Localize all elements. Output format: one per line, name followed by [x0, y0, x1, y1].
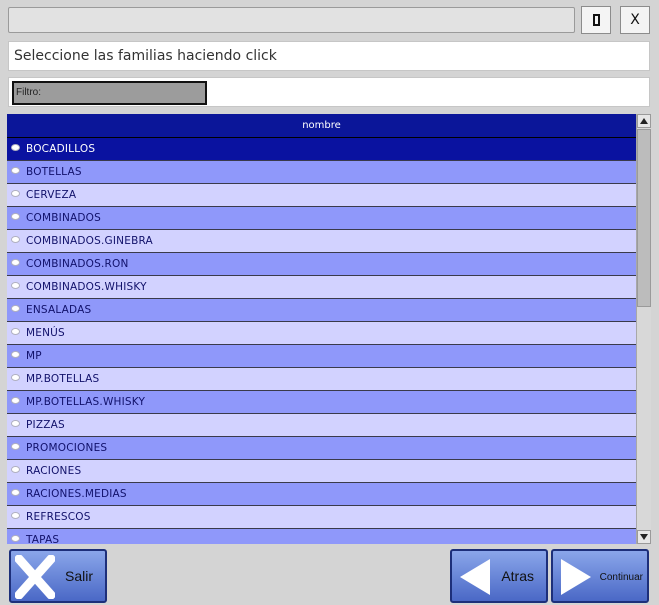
salir-label: Salir: [64, 568, 93, 584]
scroll-up-button[interactable]: [637, 114, 651, 128]
row-label: MP.BOTELLAS.WHISKY: [26, 396, 146, 408]
maximize-icon: [592, 14, 600, 26]
row-label: COMBINADOS.WHISKY: [26, 281, 147, 293]
continuar-label: Continuar: [599, 572, 643, 583]
row-marker-icon: [11, 259, 20, 266]
table-row[interactable]: RACIONES: [7, 460, 636, 483]
row-label: CERVEZA: [26, 189, 77, 201]
arrow-right-icon: [561, 559, 591, 595]
row-label: COMBINADOS.GINEBRA: [26, 235, 153, 247]
column-header-nombre[interactable]: nombre: [7, 114, 636, 138]
vertical-scrollbar[interactable]: [636, 114, 651, 544]
row-marker-icon: [11, 535, 20, 542]
row-label: COMBINADOS.RON: [26, 258, 129, 270]
table-row[interactable]: TAPAS: [7, 529, 636, 544]
row-marker-icon: [11, 190, 20, 197]
row-marker-icon: [11, 167, 20, 174]
instruction-text: Seleccione las familias haciendo click: [8, 41, 650, 71]
row-marker-icon: [11, 213, 20, 220]
row-marker-icon: [11, 489, 20, 496]
table-row[interactable]: MP: [7, 345, 636, 368]
row-marker-icon: [11, 305, 20, 312]
grid-rows: BOCADILLOS BOTELLAS CERVEZA COMBINADOS COMBI…: [7, 138, 636, 544]
row-marker-icon: [11, 466, 20, 473]
table-row[interactable]: COMBINADOS.RON: [7, 253, 636, 276]
table-row[interactable]: REFRESCOS: [7, 506, 636, 529]
continuar-button[interactable]: Continuar: [551, 549, 649, 603]
salir-button[interactable]: Salir: [9, 549, 107, 603]
row-marker-icon: [11, 420, 20, 427]
title-field: [8, 7, 575, 33]
table-row[interactable]: RACIONES.MEDIAS: [7, 483, 636, 506]
arrow-up-icon: [640, 118, 648, 124]
families-grid: nombre BOCADILLOS BOTELLAS CERVEZA COMBINAD…: [7, 114, 636, 544]
row-label: PROMOCIONES: [26, 442, 108, 454]
table-row[interactable]: MENÚS: [7, 322, 636, 345]
row-marker-icon: [11, 443, 20, 450]
row-label: TAPAS: [26, 534, 60, 544]
row-marker-icon: [11, 144, 20, 151]
table-row[interactable]: BOTELLAS: [7, 161, 636, 184]
row-marker-icon: [11, 512, 20, 519]
table-row[interactable]: BOCADILLOS: [7, 138, 636, 161]
row-label: BOCADILLOS: [26, 143, 96, 155]
scroll-down-button[interactable]: [637, 530, 651, 544]
table-row[interactable]: MP.BOTELLAS: [7, 368, 636, 391]
row-label: RACIONES: [26, 465, 82, 477]
row-label: RACIONES.MEDIAS: [26, 488, 127, 500]
table-row[interactable]: MP.BOTELLAS.WHISKY: [7, 391, 636, 414]
table-row[interactable]: PIZZAS: [7, 414, 636, 437]
row-label: PIZZAS: [26, 419, 65, 431]
row-label: COMBINADOS: [26, 212, 102, 224]
row-label: MP.BOTELLAS: [26, 373, 100, 385]
row-label: ENSALADAS: [26, 304, 92, 316]
row-marker-icon: [11, 328, 20, 335]
close-button[interactable]: X: [620, 6, 650, 34]
row-marker-icon: [11, 236, 20, 243]
row-label: MP: [26, 350, 42, 362]
row-marker-icon: [11, 282, 20, 289]
filter-panel: Filtro:: [8, 77, 650, 107]
table-row[interactable]: COMBINADOS.WHISKY: [7, 276, 636, 299]
table-row[interactable]: COMBINADOS.GINEBRA: [7, 230, 636, 253]
scroll-thumb[interactable]: [637, 129, 651, 307]
table-row[interactable]: PROMOCIONES: [7, 437, 636, 460]
row-label: REFRESCOS: [26, 511, 91, 523]
table-row[interactable]: COMBINADOS: [7, 207, 636, 230]
table-row[interactable]: ENSALADAS: [7, 299, 636, 322]
atras-label: Atras: [501, 568, 534, 584]
maximize-button[interactable]: [581, 6, 611, 34]
filter-input[interactable]: Filtro:: [12, 81, 207, 105]
atras-button[interactable]: Atras: [450, 549, 548, 603]
arrow-down-icon: [640, 534, 648, 540]
row-label: MENÚS: [26, 327, 65, 339]
row-marker-icon: [11, 397, 20, 404]
table-row[interactable]: CERVEZA: [7, 184, 636, 207]
arrow-left-icon: [460, 559, 490, 595]
x-icon: [15, 555, 55, 599]
row-marker-icon: [11, 351, 20, 358]
row-marker-icon: [11, 374, 20, 381]
row-label: BOTELLAS: [26, 166, 82, 178]
